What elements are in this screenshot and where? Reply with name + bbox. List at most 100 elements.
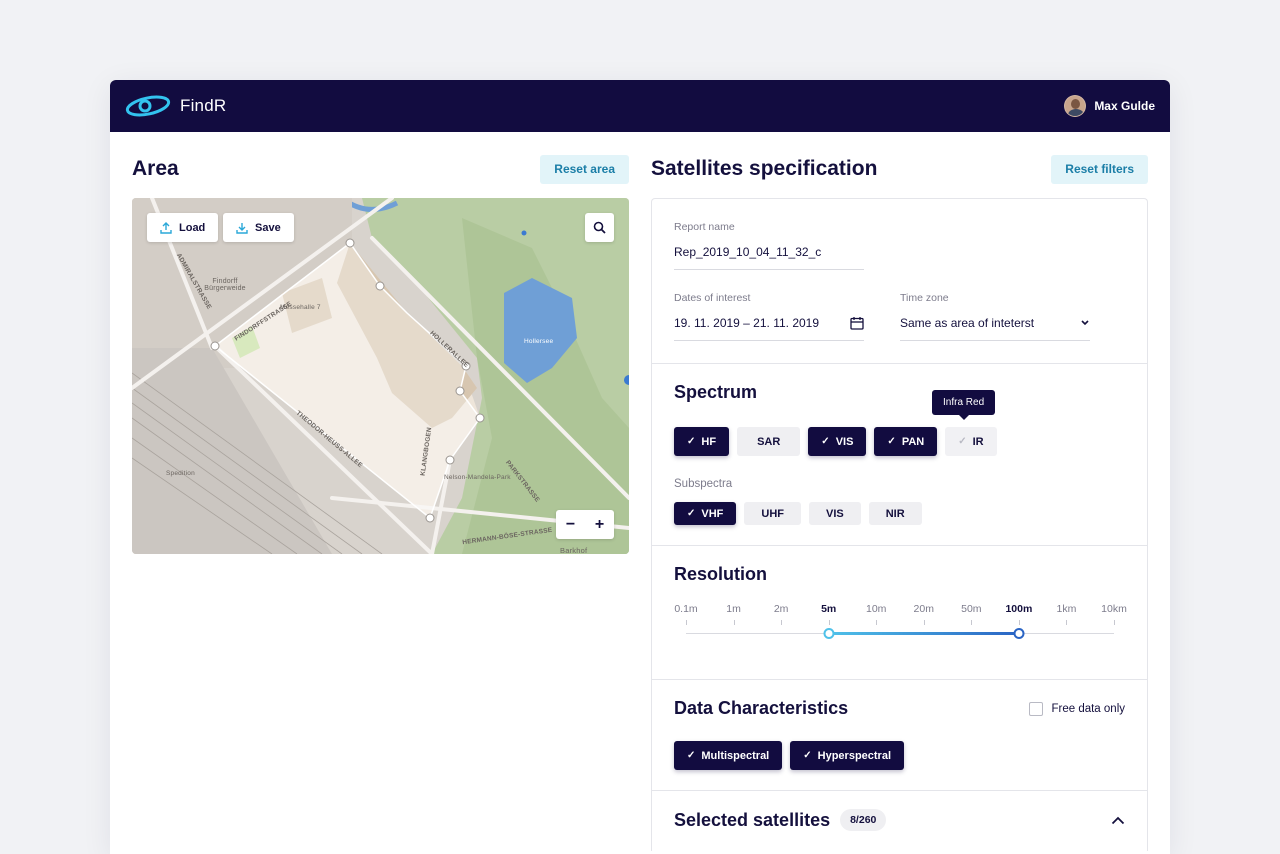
chip-label: Hyperspectral xyxy=(817,749,892,762)
slider-tick-label: 5m xyxy=(821,603,837,615)
check-icon: ✓ xyxy=(803,750,812,761)
dates-input[interactable]: 19. 11. 2019 – 21. 11. 2019 xyxy=(674,316,819,330)
check-icon: ✓ xyxy=(821,436,830,447)
report-name-field[interactable]: Report name Rep_2019_10_04_11_32_c xyxy=(674,221,864,270)
user-name: Max Gulde xyxy=(1094,99,1155,113)
map-place-label: Hollersee xyxy=(524,338,554,345)
data-characteristics-chips: ✓ Multispectral ✓ Hyperspectral xyxy=(674,741,1125,770)
search-icon xyxy=(593,221,606,234)
report-block: Report name Rep_2019_10_04_11_32_c Dates… xyxy=(652,199,1147,364)
check-icon: ✓ xyxy=(687,750,696,761)
selected-satellites-header[interactable]: Selected satellites 8/260 xyxy=(652,791,1147,851)
load-button[interactable]: Load xyxy=(147,213,219,242)
chip-hf[interactable]: ✓ HF xyxy=(674,427,730,456)
dates-field[interactable]: Dates of interest 19. 11. 2019 – 21. 11.… xyxy=(674,292,864,341)
map-place-label: Spedition xyxy=(166,470,195,477)
zoom-control: − + xyxy=(556,510,614,539)
user-menu[interactable]: Max Gulde xyxy=(1064,95,1155,117)
slider-tick xyxy=(923,620,925,625)
map-canvas[interactable] xyxy=(132,198,629,554)
check-icon: ✓ xyxy=(687,508,696,519)
calendar-icon[interactable] xyxy=(850,316,864,330)
free-data-only-toggle[interactable]: Free data only xyxy=(1029,701,1125,716)
slider-min-handle[interactable] xyxy=(823,628,835,639)
check-icon: ✓ xyxy=(687,436,696,447)
save-button[interactable]: Save xyxy=(223,213,294,242)
free-data-only-checkbox[interactable] xyxy=(1029,701,1044,716)
dates-label: Dates of interest xyxy=(674,292,751,304)
spec-panel: Report name Rep_2019_10_04_11_32_c Dates… xyxy=(651,198,1148,851)
slider-tick-label: 10m xyxy=(866,603,887,615)
zoom-in-button[interactable]: + xyxy=(585,510,614,539)
chip-uhf[interactable]: UHF xyxy=(744,502,801,525)
slider-tick xyxy=(686,620,687,625)
slider-tick-label: 50m xyxy=(961,603,982,615)
free-data-only-label: Free data only xyxy=(1051,702,1125,715)
chevron-up-icon[interactable] xyxy=(1111,816,1125,825)
slider-tick xyxy=(876,620,878,625)
top-bar: FindR Max Gulde xyxy=(110,80,1170,132)
chip-label: SAR xyxy=(757,435,781,448)
zoom-out-button[interactable]: − xyxy=(556,510,585,539)
slider-tick-label: 2m xyxy=(773,603,789,615)
map-view[interactable]: FINDORFFSTRASSE ADMIRALSTRASSE HOLLERALL… xyxy=(132,198,629,554)
selected-satellites-title: Selected satellites xyxy=(674,809,831,830)
subspectra-label: Subspectra xyxy=(674,478,733,490)
chip-label: NIR xyxy=(885,507,905,520)
chip-hyperspectral[interactable]: ✓ Hyperspectral xyxy=(790,741,905,770)
slider-max-handle[interactable] xyxy=(1013,628,1025,639)
spectrum-title: Spectrum xyxy=(674,382,758,402)
chevron-down-icon[interactable] xyxy=(1080,319,1090,327)
spec-title: Satellites specification xyxy=(651,157,878,180)
check-icon: ✓ xyxy=(958,436,967,447)
chip-label: VIS xyxy=(835,435,854,448)
report-name-input[interactable]: Rep_2019_10_04_11_32_c xyxy=(674,245,864,270)
resolution-slider[interactable]: 0.1m 1m 2m 5m 10m 20m 50m 100m 1km 10km xyxy=(674,603,1127,663)
slider-tick xyxy=(971,620,973,625)
spectrum-block: Spectrum ✓ HF SAR ✓ VIS ✓ PAN ✓ IR Infra Red… xyxy=(652,364,1147,546)
reset-area-button[interactable]: Reset area xyxy=(540,154,629,184)
chip-sar[interactable]: SAR xyxy=(737,427,801,456)
load-label: Load xyxy=(179,221,206,234)
spectrum-chips: ✓ HF SAR ✓ VIS ✓ PAN ✓ IR Infra Red xyxy=(674,390,1125,456)
reset-filters-button[interactable]: Reset filters xyxy=(1051,154,1148,184)
chip-label: VIS xyxy=(826,507,844,520)
slider-tick xyxy=(1066,620,1068,625)
resolution-title: Resolution xyxy=(674,564,767,584)
map-place-label: Findorff Bürgerweide xyxy=(204,278,246,292)
ir-tooltip: Infra Red xyxy=(932,390,996,420)
slider-tick xyxy=(781,620,783,625)
slider-tick xyxy=(733,620,735,625)
chip-vis-sub[interactable]: VIS xyxy=(809,502,861,525)
slider-tick-label: 1km xyxy=(1056,603,1077,615)
chip-ir[interactable]: ✓ IR xyxy=(945,427,997,456)
chip-multispectral[interactable]: ✓ Multispectral xyxy=(674,741,783,770)
download-icon xyxy=(236,222,248,234)
spec-section: Satellites specification Reset filters R… xyxy=(651,154,1148,851)
slider-range-fill xyxy=(828,632,1019,635)
area-section: Area Reset area FINDORFFSTRASSE ADMIRALS… xyxy=(132,154,629,554)
timezone-label: Time zone xyxy=(900,292,949,304)
app-window: FindR Max Gulde Area Reset area FINDORFF… xyxy=(110,80,1170,854)
satellite-count-badge: 8/260 xyxy=(840,809,887,831)
chip-label: PAN xyxy=(901,435,925,448)
timezone-field[interactable]: Time zone Same as area of inteterst xyxy=(900,292,1090,341)
check-icon: ✓ xyxy=(887,436,896,447)
chip-nir[interactable]: NIR xyxy=(868,502,922,525)
chip-vis[interactable]: ✓ VIS xyxy=(808,427,867,456)
data-characteristics-block: Data Characteristics Free data only ✓ Mul… xyxy=(652,680,1147,791)
chip-vhf[interactable]: ✓ VHF xyxy=(674,502,737,525)
findr-logo-icon xyxy=(125,95,171,117)
map-place-label: Barkhof xyxy=(560,546,588,554)
resolution-block: Resolution 0.1m 1m 2m 5m 10m 20m 50m 100m 1km 10k… xyxy=(652,546,1147,680)
brand[interactable]: FindR xyxy=(124,91,226,121)
timezone-select[interactable]: Same as area of inteterst xyxy=(900,316,1034,330)
save-label: Save xyxy=(255,221,281,234)
upload-icon xyxy=(160,221,172,234)
map-place-label: Nelson-Mandela-Park xyxy=(444,474,511,481)
slider-tick-label: 1m xyxy=(726,603,741,615)
chip-pan[interactable]: ✓ PAN xyxy=(874,427,938,456)
map-place-label: Messehalle 7 xyxy=(280,304,321,311)
map-search-button[interactable] xyxy=(585,213,614,242)
slider-tick-label: 100m xyxy=(1005,603,1033,615)
